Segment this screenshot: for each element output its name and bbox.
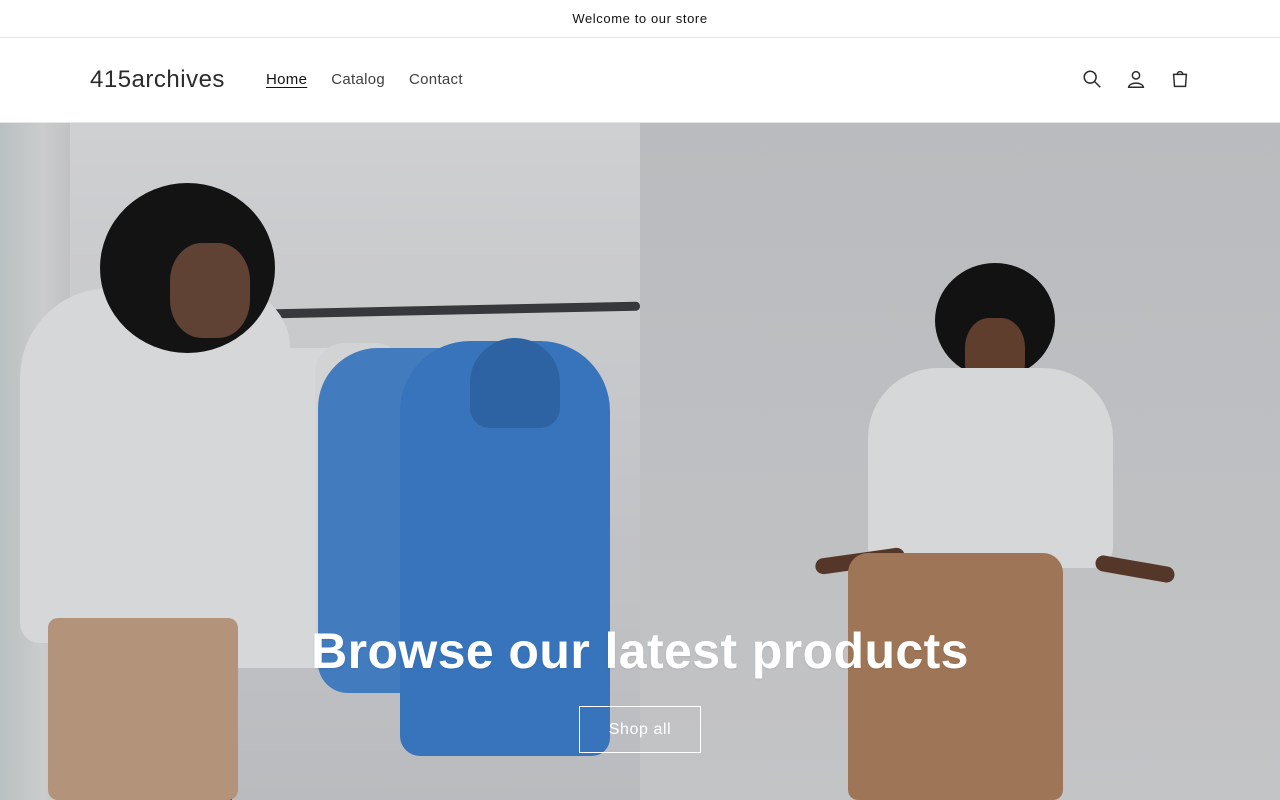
header-icons xyxy=(1080,67,1192,91)
announcement-bar: Welcome to our store xyxy=(0,0,1280,38)
search-icon[interactable] xyxy=(1080,67,1104,91)
hero-title: Browse our latest products xyxy=(311,623,969,679)
shop-all-button[interactable]: Shop all xyxy=(579,706,701,753)
hero-content: Browse our latest products Shop all xyxy=(0,621,1280,753)
nav-catalog-link[interactable]: Catalog xyxy=(331,71,385,89)
announcement-text: Welcome to our store xyxy=(572,11,708,26)
site-header: 415archives Home Catalog Contact xyxy=(0,38,1280,123)
main-nav: Home Catalog Contact xyxy=(266,71,487,89)
cart-icon[interactable] xyxy=(1168,67,1192,91)
hero-banner: Browse our latest products Shop all xyxy=(0,123,1280,800)
nav-home-link[interactable]: Home xyxy=(266,71,307,89)
nav-contact-link[interactable]: Contact xyxy=(409,71,463,89)
store-logo[interactable]: 415archives xyxy=(90,66,225,94)
account-icon[interactable] xyxy=(1124,67,1148,91)
